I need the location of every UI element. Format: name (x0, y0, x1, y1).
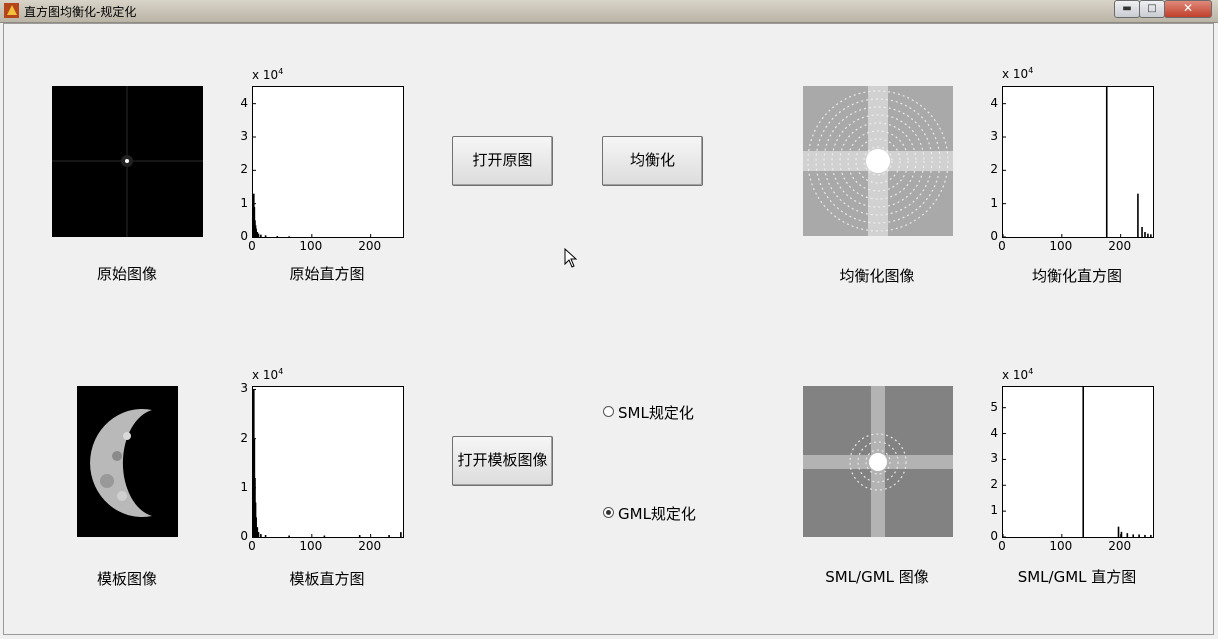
histogram-bar (388, 535, 390, 537)
sml-gml-histogram-plot (1002, 386, 1154, 538)
exponent-label: x 104 (1002, 367, 1034, 382)
mouse-cursor-icon (564, 248, 578, 268)
histogram-bar (1150, 534, 1152, 537)
minimize-icon: ▬ (1122, 3, 1132, 14)
histogram-bar (288, 535, 290, 537)
histogram-bar (1147, 233, 1149, 237)
original-image (52, 86, 203, 237)
x-tick-label: 0 (248, 239, 256, 253)
histogram-bar (1082, 387, 1085, 537)
exponent-label: x 104 (1002, 66, 1034, 81)
histogram-bar (1144, 534, 1146, 537)
y-tick-label: 3 (240, 129, 248, 143)
x-tick-label: 0 (248, 539, 256, 553)
sml-gml-image (803, 386, 953, 537)
maximize-icon: □ (1147, 3, 1157, 14)
x-tick-label: 200 (358, 239, 382, 253)
histogram-bar (257, 233, 260, 237)
y-tick-label: 4 (990, 95, 998, 110)
histogram-bar (1137, 193, 1139, 237)
y-tick-label: 2 (990, 162, 998, 177)
histogram-bar (1141, 227, 1143, 237)
open-template-button[interactable]: 打开模板图像 (452, 436, 553, 486)
y-tick-label: 5 (990, 399, 998, 414)
histogram-bar (264, 535, 267, 537)
x-tick-label: 200 (1108, 239, 1132, 253)
histogram-bar (400, 532, 402, 537)
y-tick-label: 1 (990, 195, 998, 210)
x-tick-label: 0 (998, 239, 1006, 253)
histogram-bar (264, 235, 267, 237)
exponent-label: x 104 (252, 67, 284, 82)
sml-radio-label: SML规定化 (618, 404, 694, 422)
minimize-button[interactable]: ▬ (1114, 0, 1140, 18)
y-tick-label: 3 (990, 129, 998, 143)
open-original-button[interactable]: 打开原图 (452, 136, 553, 186)
template-histogram-caption: 模板直方图 (289, 570, 365, 588)
x-tick-label: 0 (998, 539, 1006, 553)
histogram-bar (1105, 87, 1108, 237)
x-tick-label: 200 (358, 539, 382, 553)
histogram-bar (1117, 526, 1120, 537)
histogram-bar (1132, 534, 1135, 537)
histogram-bar (257, 532, 260, 537)
equalized-histogram-caption: 均衡化直方图 (1031, 267, 1122, 285)
y-tick-label: 2 (240, 162, 248, 177)
y-tick-label: 4 (240, 95, 248, 110)
y-tick-label: 1 (240, 195, 248, 210)
radio-circle-icon (603, 406, 614, 417)
matlab-icon (4, 3, 19, 18)
x-tick-label: 100 (299, 239, 323, 253)
histogram-bar (1126, 533, 1129, 537)
x-tick-label: 100 (1049, 239, 1073, 253)
histogram-bar (1150, 234, 1152, 237)
equalized-image-caption: 均衡化图像 (839, 267, 915, 285)
y-tick-label: 2 (240, 430, 248, 445)
y-tick-label: 3 (990, 451, 998, 466)
exponent-label: x 104 (252, 367, 284, 382)
original-histogram-caption: 原始直方图 (289, 265, 365, 283)
histogram-bar (358, 535, 361, 537)
histogram-bar (323, 535, 326, 537)
maximize-button[interactable]: □ (1139, 0, 1165, 18)
radio-circle-icon (603, 507, 614, 518)
histogram-bar (1144, 232, 1146, 237)
close-button[interactable]: ✕ (1164, 0, 1212, 18)
sml-gml-image-caption: SML/GML 图像 (825, 568, 929, 586)
x-tick-label: 100 (1049, 539, 1073, 553)
y-tick-label: 1 (240, 479, 248, 494)
equalized-histogram-plot (1002, 86, 1154, 238)
equalize-button[interactable]: 均衡化 (602, 136, 703, 186)
histogram-bar (260, 534, 262, 537)
histogram-bar (1138, 534, 1140, 537)
sml-gml-histogram-caption: SML/GML 直方图 (1017, 568, 1137, 586)
sml-radio[interactable]: SML规定化 (603, 402, 694, 423)
equalized-image (803, 86, 953, 236)
histogram-bar (260, 234, 262, 237)
original-image-caption: 原始图像 (96, 265, 157, 283)
gml-radio-label: GML规定化 (618, 505, 696, 523)
x-tick-label: 200 (1108, 539, 1132, 553)
close-icon: ✕ (1182, 1, 1194, 15)
y-tick-label: 1 (990, 503, 998, 518)
template-image (77, 386, 178, 537)
y-tick-label: 2 (990, 477, 998, 492)
y-tick-label: 4 (990, 425, 998, 440)
original-histogram-plot (252, 86, 404, 238)
gml-radio[interactable]: GML规定化 (603, 503, 696, 524)
template-histogram-plot (252, 386, 404, 538)
histogram-bar (276, 236, 279, 237)
title-bar: 直方图均衡化-规定化 ▬ □ ✕ (0, 0, 1218, 23)
x-tick-label: 100 (299, 539, 323, 553)
y-tick-label: 3 (240, 381, 248, 396)
template-image-caption: 模板图像 (96, 570, 157, 588)
window-title: 直方图均衡化-规定化 (24, 5, 137, 19)
histogram-bar (288, 236, 290, 237)
